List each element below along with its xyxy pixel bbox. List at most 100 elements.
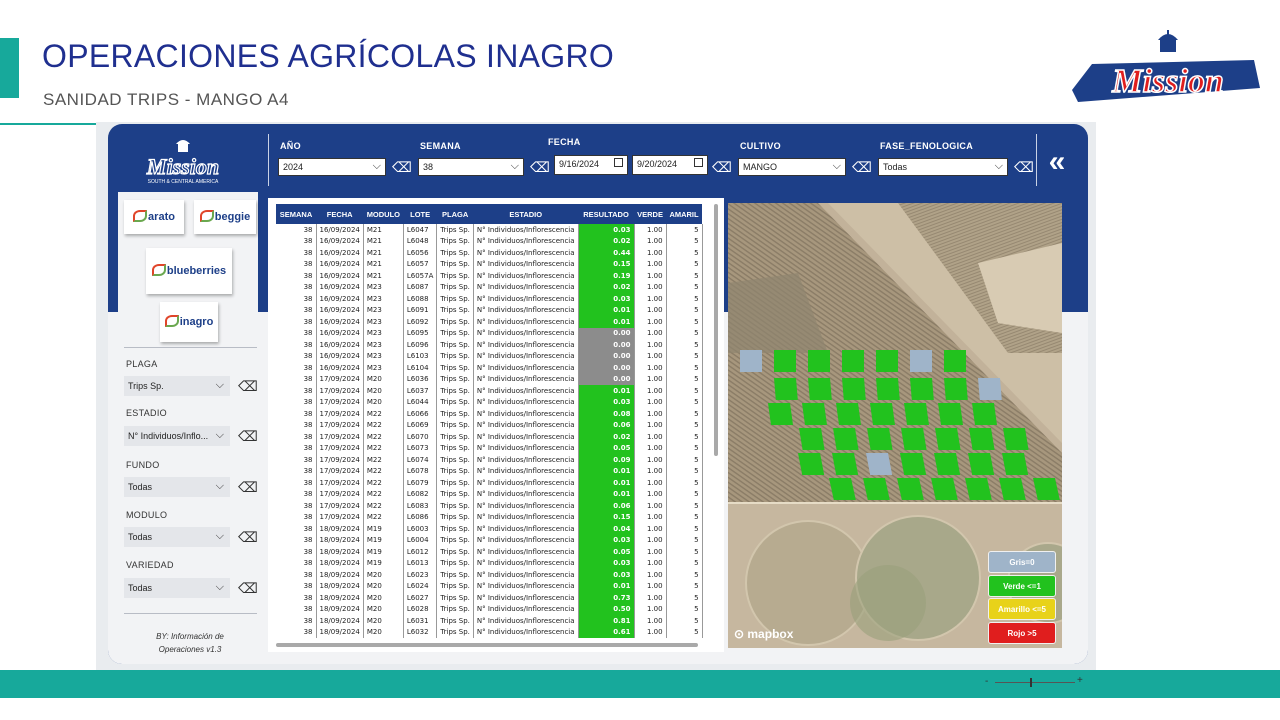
fecha-to-input[interactable]: 9/20/2024	[632, 155, 708, 175]
field-plot[interactable]	[774, 378, 798, 400]
cultivo-dropdown[interactable]: MANGO ⌵	[738, 158, 846, 176]
back-button[interactable]: «	[1040, 140, 1074, 184]
modulo-dropdown[interactable]: Todas ⌵	[124, 527, 230, 547]
field-plot[interactable]	[870, 403, 895, 425]
field-plot[interactable]	[972, 403, 997, 425]
table-row[interactable]: 38 16/09/2024 M21 L6056 Trips Sp. N° Individu…	[276, 247, 703, 259]
semana-dropdown[interactable]: 38 ⌵	[418, 158, 524, 176]
table-row[interactable]: 38 17/09/2024 M20 L6037 Trips Sp. N° Individu…	[276, 385, 703, 397]
field-plot[interactable]	[802, 403, 827, 425]
field-plot[interactable]	[842, 350, 864, 372]
estadio-dropdown[interactable]: N° Individuos/Inflo... ⌵	[124, 426, 230, 446]
table-row[interactable]: 38 16/09/2024 M23 L6095 Trips Sp. N° Individu…	[276, 327, 703, 339]
table-row[interactable]: 38 18/09/2024 M19 L6013 Trips Sp. N° Individu…	[276, 557, 703, 569]
zoom-slider[interactable]: - +	[985, 675, 1095, 690]
table-row[interactable]: 38 16/09/2024 M23 L6096 Trips Sp. N° Individu…	[276, 339, 703, 351]
eraser-icon[interactable]: ⌫	[238, 378, 258, 394]
field-plot[interactable]	[910, 378, 934, 400]
anio-dropdown[interactable]: 2024 ⌵	[278, 158, 386, 176]
eraser-icon[interactable]: ⌫	[238, 529, 258, 545]
table-row[interactable]: 38 17/09/2024 M22 L6078 Trips Sp. N° Individu…	[276, 465, 703, 477]
legend-item[interactable]: Amarillo <=5	[988, 598, 1056, 620]
zoom-out-button[interactable]: -	[985, 676, 988, 687]
brand-inagro-button[interactable]: inagro	[160, 302, 218, 342]
table-row[interactable]: 38 17/09/2024 M22 L6083 Trips Sp. N° Individu…	[276, 500, 703, 512]
table-row[interactable]: 38 17/09/2024 M22 L6079 Trips Sp. N° Individu…	[276, 477, 703, 489]
field-plot[interactable]	[901, 428, 927, 450]
table-row[interactable]: 38 16/09/2024 M23 L6091 Trips Sp. N° Individu…	[276, 304, 703, 316]
table-row[interactable]: 38 18/09/2024 M19 L6003 Trips Sp. N° Individu…	[276, 523, 703, 535]
eraser-icon[interactable]: ⌫	[238, 479, 258, 495]
field-plot[interactable]	[842, 378, 866, 400]
field-plot[interactable]	[876, 378, 900, 400]
field-plot[interactable]	[1003, 428, 1029, 450]
field-plot[interactable]	[944, 378, 968, 400]
field-plot[interactable]	[978, 378, 1002, 400]
field-plot[interactable]	[799, 428, 825, 450]
zoom-thumb[interactable]	[1030, 678, 1032, 687]
brand-blueberries-button[interactable]: blueberries	[146, 248, 232, 294]
field-plot[interactable]	[968, 453, 995, 475]
column-header[interactable]: FECHA	[316, 204, 364, 224]
table-row[interactable]: 38 18/09/2024 M20 L6028 Trips Sp. N° Individu…	[276, 603, 703, 615]
table-row[interactable]: 38 16/09/2024 M21 L6057A Trips Sp. N° Individ…	[276, 270, 703, 282]
table-row[interactable]: 38 17/09/2024 M22 L6074 Trips Sp. N° Individu…	[276, 454, 703, 466]
column-header[interactable]: LOTE	[403, 204, 437, 224]
field-plot[interactable]	[910, 350, 932, 372]
table-row[interactable]: 38 18/09/2024 M20 L6032 Trips Sp. N° Individu…	[276, 626, 703, 638]
table-row[interactable]: 38 16/09/2024 M23 L6088 Trips Sp. N° Individu…	[276, 293, 703, 305]
table-row[interactable]: 38 18/09/2024 M19 L6004 Trips Sp. N° Individu…	[276, 534, 703, 546]
eraser-icon[interactable]: ⌫	[852, 159, 872, 175]
table-row[interactable]: 38 18/09/2024 M20 L6024 Trips Sp. N° Individu…	[276, 580, 703, 592]
table-row[interactable]: 38 17/09/2024 M22 L6070 Trips Sp. N° Individu…	[276, 431, 703, 443]
table-row[interactable]: 38 16/09/2024 M23 L6103 Trips Sp. N° Individu…	[276, 350, 703, 362]
field-plot[interactable]	[969, 428, 995, 450]
vertical-scrollbar[interactable]	[714, 204, 718, 456]
table-row[interactable]: 38 18/09/2024 M20 L6031 Trips Sp. N° Individu…	[276, 615, 703, 627]
variedad-dropdown[interactable]: Todas ⌵	[124, 578, 230, 598]
field-plot[interactable]	[1002, 453, 1029, 475]
field-plot[interactable]	[798, 453, 825, 475]
table-row[interactable]: 38 17/09/2024 M22 L6066 Trips Sp. N° Individu…	[276, 408, 703, 420]
field-plot[interactable]	[768, 403, 793, 425]
table-row[interactable]: 38 16/09/2024 M21 L6057 Trips Sp. N° Individu…	[276, 258, 703, 270]
column-header[interactable]: PLAGA	[436, 204, 474, 224]
table-row[interactable]: 38 16/09/2024 M21 L6047 Trips Sp. N° Individu…	[276, 224, 703, 236]
table-row[interactable]: 38 17/09/2024 M22 L6082 Trips Sp. N° Individu…	[276, 488, 703, 500]
column-header[interactable]: MODULO	[363, 204, 404, 224]
fundo-dropdown[interactable]: Todas ⌵	[124, 477, 230, 497]
legend-item[interactable]: Rojo >5	[988, 621, 1056, 644]
brand-beggie-button[interactable]: beggie	[194, 200, 256, 234]
table-row[interactable]: 38 17/09/2024 M22 L6086 Trips Sp. N° Individu…	[276, 511, 703, 523]
table-row[interactable]: 38 18/09/2024 M20 L6023 Trips Sp. N° Individu…	[276, 569, 703, 581]
field-plot[interactable]	[808, 350, 830, 372]
eraser-icon[interactable]: ⌫	[392, 159, 412, 175]
plaga-dropdown[interactable]: Trips Sp. ⌵	[124, 376, 230, 396]
horizontal-scrollbar[interactable]	[276, 643, 698, 647]
table-row[interactable]: 38 17/09/2024 M20 L6036 Trips Sp. N° Individu…	[276, 373, 703, 385]
table-row[interactable]: 38 16/09/2024 M23 L6087 Trips Sp. N° Individu…	[276, 281, 703, 293]
field-plot[interactable]	[904, 403, 929, 425]
field-plot[interactable]	[900, 453, 927, 475]
fecha-from-input[interactable]: 9/16/2024	[554, 155, 628, 175]
column-header[interactable]: VERDE	[634, 204, 667, 224]
field-plot[interactable]	[836, 403, 861, 425]
field-plot[interactable]	[832, 453, 859, 475]
field-plot[interactable]	[774, 350, 796, 372]
table-row[interactable]: 38 17/09/2024 M22 L6073 Trips Sp. N° Individu…	[276, 442, 703, 454]
eraser-icon[interactable]: ⌫	[1014, 159, 1034, 175]
legend-item[interactable]: Verde <=1	[988, 574, 1056, 597]
table-row[interactable]: 38 17/09/2024 M22 L6069 Trips Sp. N° Individu…	[276, 419, 703, 431]
field-plot[interactable]	[935, 428, 961, 450]
field-plot[interactable]	[938, 403, 963, 425]
table-row[interactable]: 38 16/09/2024 M23 L6092 Trips Sp. N° Individu…	[276, 316, 703, 328]
table-row[interactable]: 38 16/09/2024 M23 L6104 Trips Sp. N° Individu…	[276, 362, 703, 374]
field-plot[interactable]	[867, 428, 893, 450]
field-plot[interactable]	[808, 378, 832, 400]
brand-arato-button[interactable]: arato	[124, 200, 184, 234]
eraser-icon[interactable]: ⌫	[238, 580, 258, 596]
table-row[interactable]: 38 17/09/2024 M20 L6044 Trips Sp. N° Individu…	[276, 396, 703, 408]
table-row[interactable]: 38 16/09/2024 M21 L6048 Trips Sp. N° Individu…	[276, 235, 703, 247]
field-plot[interactable]	[876, 350, 898, 372]
field-plot[interactable]	[934, 453, 961, 475]
